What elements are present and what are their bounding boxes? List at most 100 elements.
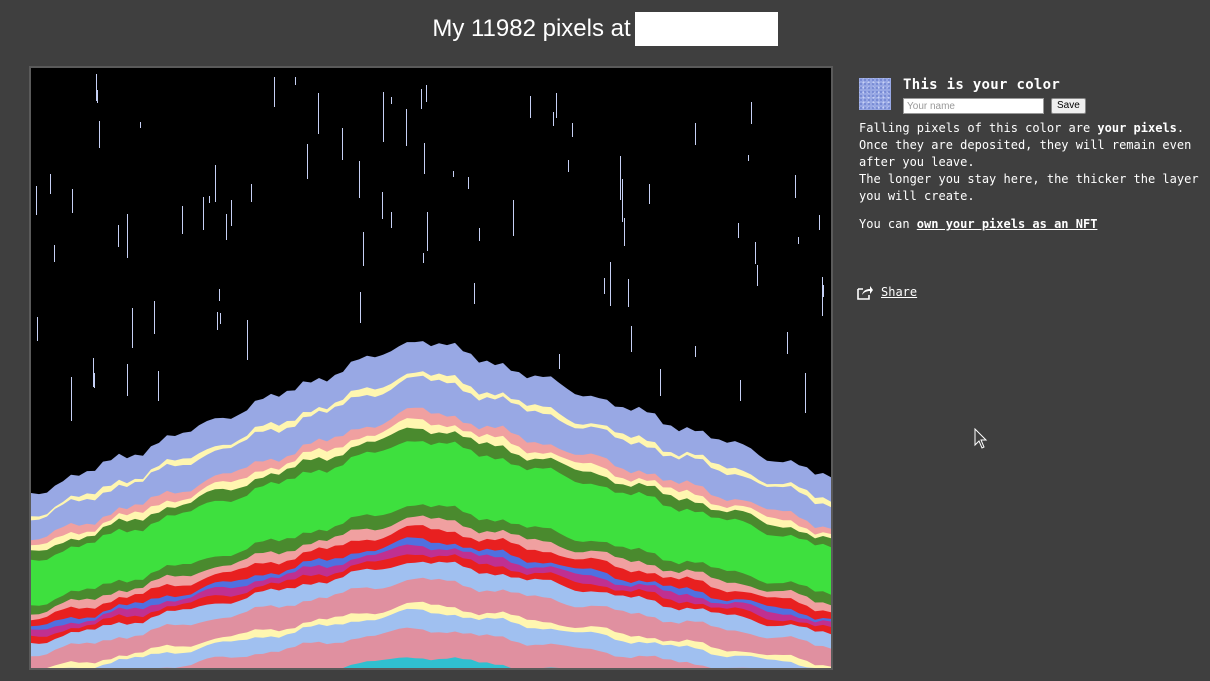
info-line-1: Falling pixels of this color are your pi…	[859, 120, 1204, 137]
falling-pixel	[424, 143, 425, 174]
save-button[interactable]: Save	[1051, 98, 1086, 114]
your-pixels-emphasis: your pixels	[1097, 121, 1177, 135]
falling-pixel	[755, 242, 756, 264]
falling-pixel	[318, 93, 319, 134]
falling-pixel	[624, 218, 625, 246]
falling-pixel	[468, 177, 469, 189]
falling-pixel	[559, 354, 560, 369]
falling-pixel	[805, 373, 806, 413]
falling-pixel	[798, 237, 799, 244]
falling-pixel	[219, 289, 220, 301]
falling-pixel	[610, 262, 611, 306]
nft-prefix: You can	[859, 217, 917, 231]
falling-pixel	[391, 212, 392, 228]
falling-pixel	[382, 192, 383, 219]
falling-pixel	[740, 380, 741, 401]
falling-pixel	[695, 346, 696, 357]
share-label: Share	[881, 285, 918, 299]
falling-pixel	[822, 277, 823, 316]
share-button[interactable]: Share	[856, 284, 917, 300]
falling-pixel	[568, 160, 569, 172]
falling-pixel	[182, 206, 183, 234]
falling-pixel	[247, 320, 248, 360]
header: My 11982 pixels at	[0, 12, 1210, 46]
info-line-1-end: .	[1176, 121, 1185, 135]
falling-pixel	[513, 200, 514, 236]
falling-pixel	[406, 109, 407, 146]
falling-pixel	[553, 112, 554, 126]
falling-pixel	[795, 175, 796, 198]
falling-pixel	[220, 313, 221, 324]
falling-pixel	[622, 179, 623, 222]
falling-pixel	[295, 77, 296, 85]
falling-pixel	[649, 184, 650, 204]
falling-pixel	[421, 89, 422, 109]
falling-pixel	[215, 165, 216, 202]
falling-pixel	[556, 93, 557, 118]
falling-pixel	[209, 196, 210, 203]
falling-pixel	[140, 122, 141, 128]
falling-pixel	[127, 214, 128, 258]
page-title: My 11982 pixels at	[432, 12, 778, 46]
falling-pixel	[127, 364, 128, 396]
falling-pixel	[132, 308, 133, 348]
falling-pixel	[660, 369, 661, 396]
falling-pixel	[738, 223, 739, 238]
falling-pixel	[631, 326, 632, 352]
pixel-canvas-drawing	[31, 74, 831, 668]
falling-pixel	[695, 126, 696, 145]
falling-pixel	[94, 373, 95, 388]
falling-pixel	[54, 245, 55, 262]
falling-pixel	[628, 279, 629, 307]
falling-pixel	[620, 156, 621, 200]
info-line-3: The longer you stay here, the thicker th…	[859, 172, 1199, 203]
falling-pixel	[72, 189, 73, 213]
falling-pixel	[96, 74, 97, 101]
falling-pixel	[93, 358, 94, 387]
falling-pixel	[251, 184, 252, 202]
falling-pixel	[158, 371, 159, 401]
falling-pixel	[383, 92, 384, 136]
falling-pixel	[604, 278, 605, 294]
falling-pixel	[787, 332, 788, 354]
falling-pixel	[360, 292, 361, 323]
falling-pixel	[757, 265, 758, 286]
user-color-swatch	[859, 78, 891, 110]
falling-pixel	[423, 253, 424, 263]
falling-pixel	[37, 317, 38, 341]
falling-pixel	[342, 128, 343, 160]
falling-pixel	[226, 214, 227, 240]
falling-pixel	[231, 200, 232, 226]
mouse-cursor-icon	[974, 428, 988, 449]
name-input[interactable]	[903, 98, 1044, 114]
falling-pixel	[572, 123, 573, 137]
falling-pixel	[426, 85, 427, 102]
falling-pixel	[118, 225, 119, 247]
info-line-2: Once they are deposited, they will remai…	[859, 138, 1192, 169]
falling-pixel	[274, 77, 275, 107]
falling-pixel	[453, 171, 454, 177]
info-text: Falling pixels of this color are your pi…	[859, 120, 1204, 233]
falling-pixel	[217, 312, 218, 330]
pixel-canvas[interactable]	[29, 66, 833, 670]
falling-pixel	[71, 377, 72, 421]
nft-link[interactable]: own your pixels as an NFT	[917, 217, 1098, 231]
falling-pixel	[474, 283, 475, 304]
falling-pixel	[530, 96, 531, 118]
falling-pixel	[99, 137, 100, 148]
falling-pixel	[203, 197, 204, 230]
falling-pixel	[154, 301, 155, 334]
color-heading: This is your color	[903, 77, 1061, 93]
share-icon	[857, 286, 873, 300]
site-name-redacted-box	[634, 12, 778, 46]
falling-pixel	[97, 90, 98, 103]
nft-line: You can own your pixels as an NFT	[859, 216, 1204, 233]
falling-pixel	[427, 212, 428, 251]
falling-pixel	[50, 174, 51, 194]
falling-pixel	[36, 186, 37, 215]
falling-pixel	[359, 161, 360, 198]
info-line-1-text: Falling pixels of this color are	[859, 121, 1098, 135]
falling-pixel	[307, 144, 308, 179]
falling-pixel	[823, 285, 824, 297]
page-title-text: My 11982 pixels at	[432, 15, 631, 42]
